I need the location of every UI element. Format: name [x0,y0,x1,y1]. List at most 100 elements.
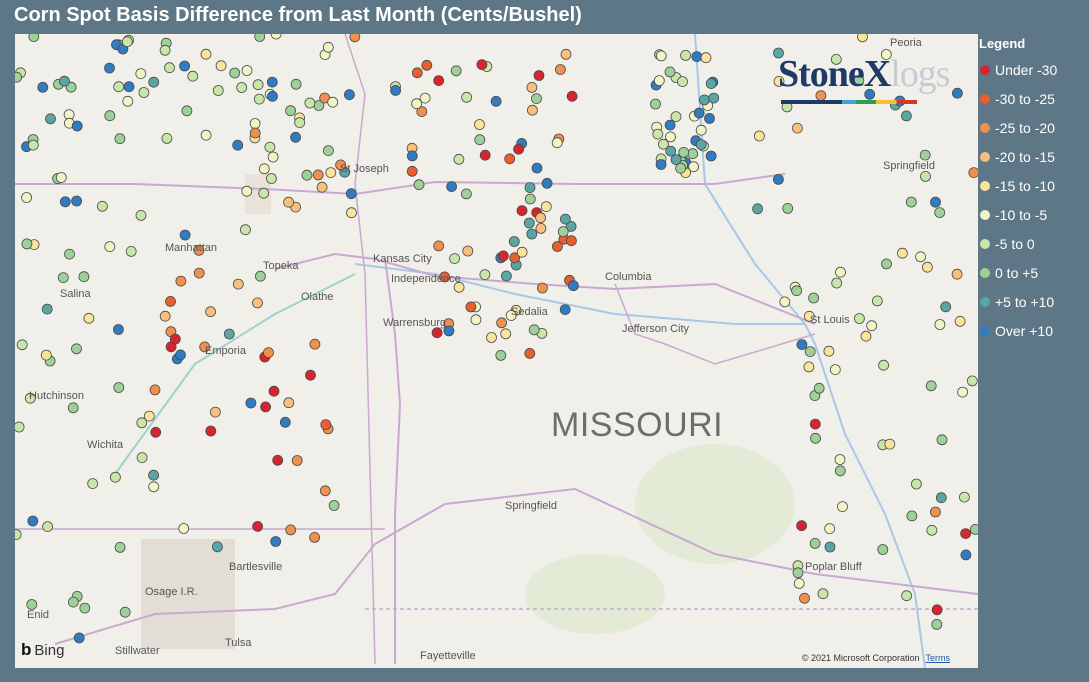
site-marker[interactable] [959,491,970,503]
site-marker[interactable] [934,207,946,219]
site-marker[interactable] [267,90,278,102]
site-marker[interactable] [560,48,572,60]
site-marker[interactable] [309,531,321,543]
site-marker[interactable] [951,268,963,280]
site-marker[interactable] [954,315,966,327]
site-marker[interactable] [28,34,40,42]
site-marker[interactable] [150,426,162,438]
site-marker[interactable] [470,314,482,326]
site-marker[interactable] [411,98,423,110]
site-marker[interactable] [45,113,56,125]
site-marker[interactable] [320,419,332,431]
site-marker[interactable] [270,536,282,547]
site-marker[interactable] [793,578,805,589]
site-marker[interactable] [792,567,804,579]
site-marker[interactable] [148,76,160,88]
site-marker[interactable] [305,369,316,381]
site-marker[interactable] [290,131,302,143]
site-marker[interactable] [431,327,443,339]
legend-item[interactable]: -15 to -10 [978,171,1089,200]
site-marker[interactable] [460,188,472,200]
site-marker[interactable] [476,59,488,71]
site-marker[interactable] [804,346,816,358]
site-marker[interactable] [687,148,699,160]
site-marker[interactable] [857,34,868,43]
site-marker[interactable] [450,65,462,77]
site-marker[interactable] [523,217,535,229]
site-marker[interactable] [779,296,791,308]
site-marker[interactable] [551,137,563,149]
site-marker[interactable] [925,380,937,392]
site-marker[interactable] [535,222,547,234]
site-marker[interactable] [187,70,199,82]
site-marker[interactable] [125,245,137,257]
site-marker[interactable] [27,139,39,151]
site-marker[interactable] [346,207,357,219]
site-marker[interactable] [411,67,423,79]
site-marker[interactable] [229,67,241,79]
site-marker[interactable] [316,181,328,193]
site-marker[interactable] [513,143,525,155]
site-marker[interactable] [926,524,938,536]
site-marker[interactable] [555,64,566,75]
site-marker[interactable] [252,520,264,532]
site-marker[interactable] [148,469,160,481]
site-marker[interactable] [527,104,538,116]
site-marker[interactable] [26,599,38,610]
site-marker[interactable] [433,75,445,86]
site-marker[interactable] [165,295,176,307]
site-marker[interactable] [957,386,968,398]
site-marker[interactable] [540,201,552,213]
site-marker[interactable] [419,92,431,104]
site-marker[interactable] [325,167,337,179]
site-marker[interactable] [119,606,131,618]
site-marker[interactable] [253,93,265,105]
site-marker[interactable] [122,95,134,107]
site-marker[interactable] [252,297,263,309]
site-marker[interactable] [516,205,528,217]
site-marker[interactable] [537,282,548,294]
site-marker[interactable] [930,196,941,208]
site-marker[interactable] [114,542,126,553]
site-marker[interactable] [792,122,803,134]
site-marker[interactable] [496,317,508,329]
site-marker[interactable] [212,85,224,96]
site-marker[interactable] [312,169,324,181]
site-marker[interactable] [159,310,171,322]
legend-item[interactable]: 0 to +5 [978,258,1089,287]
site-marker[interactable] [465,301,477,313]
site-marker[interactable] [322,41,334,53]
site-marker[interactable] [135,209,147,221]
site-marker[interactable] [113,81,125,93]
site-marker[interactable] [41,303,53,315]
site-marker[interactable] [934,319,946,330]
site-marker[interactable] [528,324,540,336]
site-marker[interactable] [136,452,148,464]
site-marker[interactable] [413,179,425,191]
site-marker[interactable] [268,385,280,397]
site-marker[interactable] [21,192,33,203]
site-marker[interactable] [406,165,418,177]
site-marker[interactable] [809,537,821,549]
bing-attribution[interactable]: b Bing [21,640,64,660]
site-marker[interactable] [27,515,39,527]
site-marker[interactable] [249,127,261,139]
site-marker[interactable] [83,312,95,324]
site-marker[interactable] [37,81,49,93]
site-marker[interactable] [143,410,155,422]
site-marker[interactable] [824,523,836,535]
site-marker[interactable] [559,304,571,316]
site-marker[interactable] [474,134,486,146]
site-marker[interactable] [834,465,846,477]
site-marker[interactable] [215,60,227,72]
site-marker[interactable] [42,521,53,533]
legend-item[interactable]: Over +10 [978,316,1089,345]
site-marker[interactable] [664,66,676,78]
site-marker[interactable] [831,277,843,289]
site-marker[interactable] [754,130,765,142]
site-marker[interactable] [824,541,836,553]
site-marker[interactable] [524,347,536,359]
site-marker[interactable] [258,187,270,199]
site-marker[interactable] [479,269,491,281]
site-marker[interactable] [516,246,528,258]
